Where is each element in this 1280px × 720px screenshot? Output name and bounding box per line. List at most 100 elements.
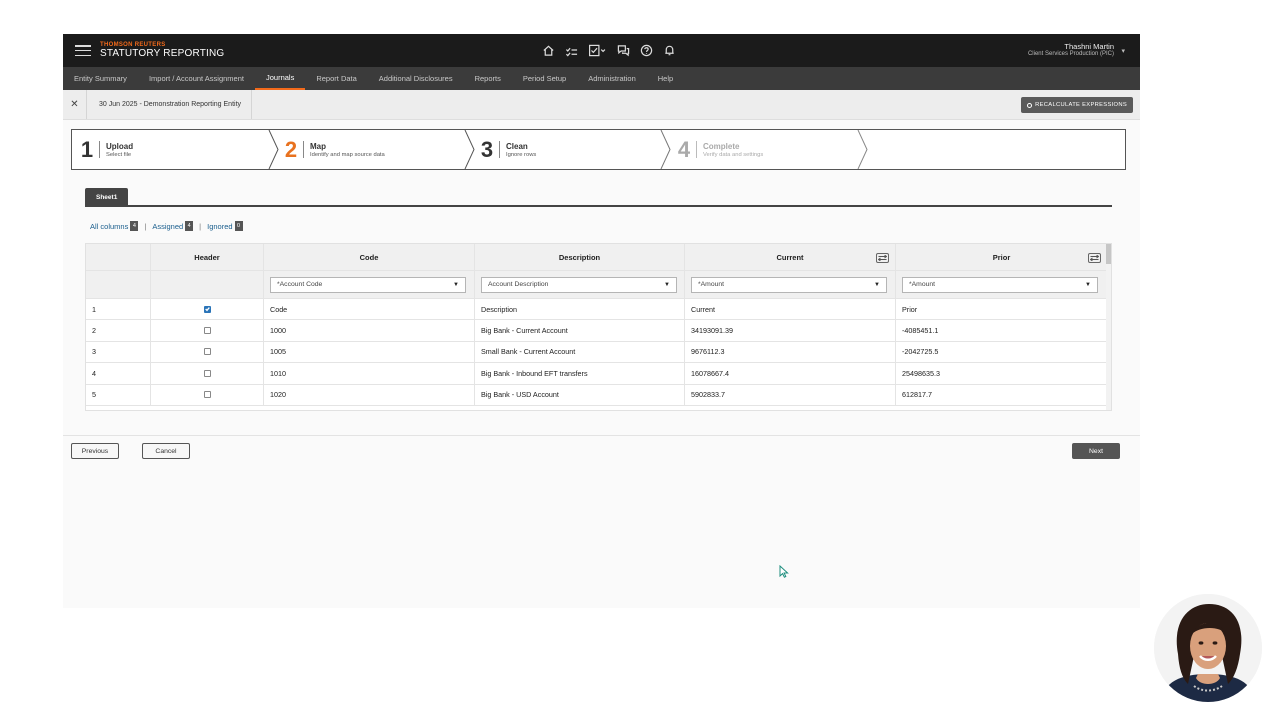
mapping-select-row: *Account Code ▼ Account Description ▼ *Amo… xyxy=(86,271,1107,299)
column-header-label: Prior xyxy=(992,252,1011,262)
help-icon[interactable] xyxy=(639,43,653,57)
step-subtitle: Select file xyxy=(106,151,132,158)
step-subtitle: Ignore rows xyxy=(506,151,537,158)
row-number: 5 xyxy=(86,384,151,405)
column-filters: All columns 4 | Assigned 4 | Ignored 0 xyxy=(90,221,243,231)
sheet-tab[interactable]: Sheet1 xyxy=(85,188,129,206)
table-row: 3 1005 Small Bank - Current Account 9676… xyxy=(86,341,1107,364)
step-map[interactable]: 2 Map Identify and map source data xyxy=(284,130,385,169)
brand-logo: THOMSON REUTERS STATUTORY REPORTING xyxy=(100,42,224,59)
cell-current: 5902833.7 xyxy=(685,384,896,405)
filter-label: Ignored xyxy=(207,221,233,231)
previous-button[interactable]: Previous xyxy=(71,443,119,459)
nav-report-data[interactable]: Report Data xyxy=(305,67,367,90)
current-mapping-select[interactable]: *Amount ▼ xyxy=(691,276,887,293)
column-options-icon[interactable] xyxy=(1088,253,1101,263)
step-chevron xyxy=(268,130,279,169)
row-number: 1 xyxy=(86,299,151,320)
column-header-label: Current xyxy=(776,252,804,262)
step-title: Complete xyxy=(703,141,740,151)
filter-label: All columns xyxy=(90,221,129,231)
scrollbar-thumb[interactable] xyxy=(1106,244,1111,264)
tasks-icon[interactable] xyxy=(564,43,578,57)
nav-period-setup[interactable]: Period Setup xyxy=(512,67,577,90)
filter-separator: | xyxy=(199,221,202,231)
step-complete: 4 Complete Verify data and settings xyxy=(677,130,763,169)
chevron-down-icon: ▼ xyxy=(664,281,670,288)
cell-prior: 612817.7 xyxy=(902,390,932,400)
recalculate-label: RECALCULATE EXPRESSIONS xyxy=(1035,102,1127,108)
close-icon[interactable]: ✕ xyxy=(63,90,87,119)
refresh-icon xyxy=(1027,102,1033,108)
description-mapping-select[interactable]: Account Description ▼ xyxy=(481,276,677,293)
header-row-checkbox[interactable] xyxy=(203,391,211,399)
step-number: 4 xyxy=(677,136,691,162)
filter-ignored[interactable]: Ignored 0 xyxy=(207,221,243,231)
cell-description: Description xyxy=(475,299,685,320)
cell-prior: 25498635.3 xyxy=(902,368,940,378)
cell-current: 16078667.4 xyxy=(685,363,896,384)
filter-all-columns[interactable]: All columns 4 xyxy=(90,221,139,231)
nav-administration[interactable]: Administration xyxy=(577,67,647,90)
table-row: 1 Code Description Current Prior xyxy=(86,299,1107,321)
header-row-checkbox[interactable] xyxy=(203,348,211,356)
prior-mapping-select[interactable]: *Amount ▼ xyxy=(902,276,1098,293)
step-title: Map xyxy=(310,141,326,151)
step-number: 3 xyxy=(480,136,494,162)
step-subtitle: Identify and map source data xyxy=(310,151,385,158)
header-row-checkbox[interactable] xyxy=(203,305,211,313)
cell-description: Big Bank - Current Account xyxy=(475,320,685,341)
step-upload[interactable]: 1 Upload Select file xyxy=(80,130,133,169)
presenter-avatar xyxy=(1154,594,1262,702)
cell-code: 1005 xyxy=(264,341,475,363)
nav-import-account-assignment[interactable]: Import / Account Assignment xyxy=(138,67,255,90)
next-button[interactable]: Next xyxy=(1072,443,1120,459)
home-icon[interactable] xyxy=(541,43,555,57)
chevron-down-icon: ▼ xyxy=(1085,281,1091,288)
filter-separator: | xyxy=(144,221,147,231)
step-subtitle: Verify data and settings xyxy=(703,151,764,158)
bell-icon[interactable] xyxy=(662,43,676,57)
step-number: 1 xyxy=(80,136,94,162)
chevron-down-icon: ▼ xyxy=(874,281,880,288)
filter-assigned[interactable]: Assigned 4 xyxy=(152,221,194,231)
chevron-down-icon: ▼ xyxy=(453,281,459,288)
cancel-button[interactable]: Cancel xyxy=(142,443,190,459)
cell-code: 1000 xyxy=(264,320,475,341)
nav-journals[interactable]: Journals xyxy=(254,67,306,90)
brand-product: STATUTORY REPORTING xyxy=(100,48,225,59)
header-row-checkbox[interactable] xyxy=(203,369,211,377)
row-number: 2 xyxy=(86,320,151,341)
table-row: 4 1010 Big Bank - Inbound EFT transfers … xyxy=(86,363,1107,385)
table-header-row: Header Code Description Current Prior xyxy=(86,244,1107,271)
nav-entity-summary[interactable]: Entity Summary xyxy=(63,67,138,90)
step-clean[interactable]: 3 Clean Ignore rows xyxy=(480,130,536,169)
code-mapping-select[interactable]: *Account Code ▼ xyxy=(270,276,466,293)
table-row: 2 1000 Big Bank - Current Account 341930… xyxy=(86,320,1107,342)
table-scrollbar[interactable] xyxy=(1106,244,1111,410)
import-stepper: 1 Upload Select file 2 Map Identify and … xyxy=(71,129,1126,170)
mouse-cursor-icon xyxy=(779,565,789,578)
row-number: 3 xyxy=(86,341,151,363)
column-options-icon[interactable] xyxy=(876,253,889,263)
checklist-icon[interactable] xyxy=(587,43,607,57)
chat-icon[interactable] xyxy=(616,43,630,57)
filter-count: 4 xyxy=(130,221,139,231)
step-title: Upload xyxy=(106,141,134,151)
entity-label: 30 Jun 2025 - Demonstration Reporting En… xyxy=(99,90,253,119)
nav-help[interactable]: Help xyxy=(647,67,684,90)
table-row: 5 1020 Big Bank - USD Account 5902833.7 … xyxy=(86,384,1107,406)
recalculate-expressions-button[interactable]: RECALCULATE EXPRESSIONS xyxy=(1021,97,1133,113)
nav-additional-disclosures[interactable]: Additional Disclosures xyxy=(368,67,464,90)
user-name: Thashni Martin xyxy=(1064,42,1114,51)
cell-prior: Prior xyxy=(902,304,918,314)
cell-description: Small Bank - Current Account xyxy=(475,341,685,363)
menu-icon[interactable] xyxy=(75,45,91,56)
header-row-checkbox[interactable] xyxy=(203,327,211,335)
chevron-down-icon[interactable]: ▾ xyxy=(1121,47,1125,55)
mapping-table: Header Code Description Current Prior *A… xyxy=(85,243,1112,411)
nav-reports[interactable]: Reports xyxy=(464,67,512,90)
column-header-index xyxy=(86,244,151,270)
user-menu[interactable]: Thashni Martin Client Services Productio… xyxy=(1028,43,1114,57)
cell-current: Current xyxy=(685,299,896,320)
